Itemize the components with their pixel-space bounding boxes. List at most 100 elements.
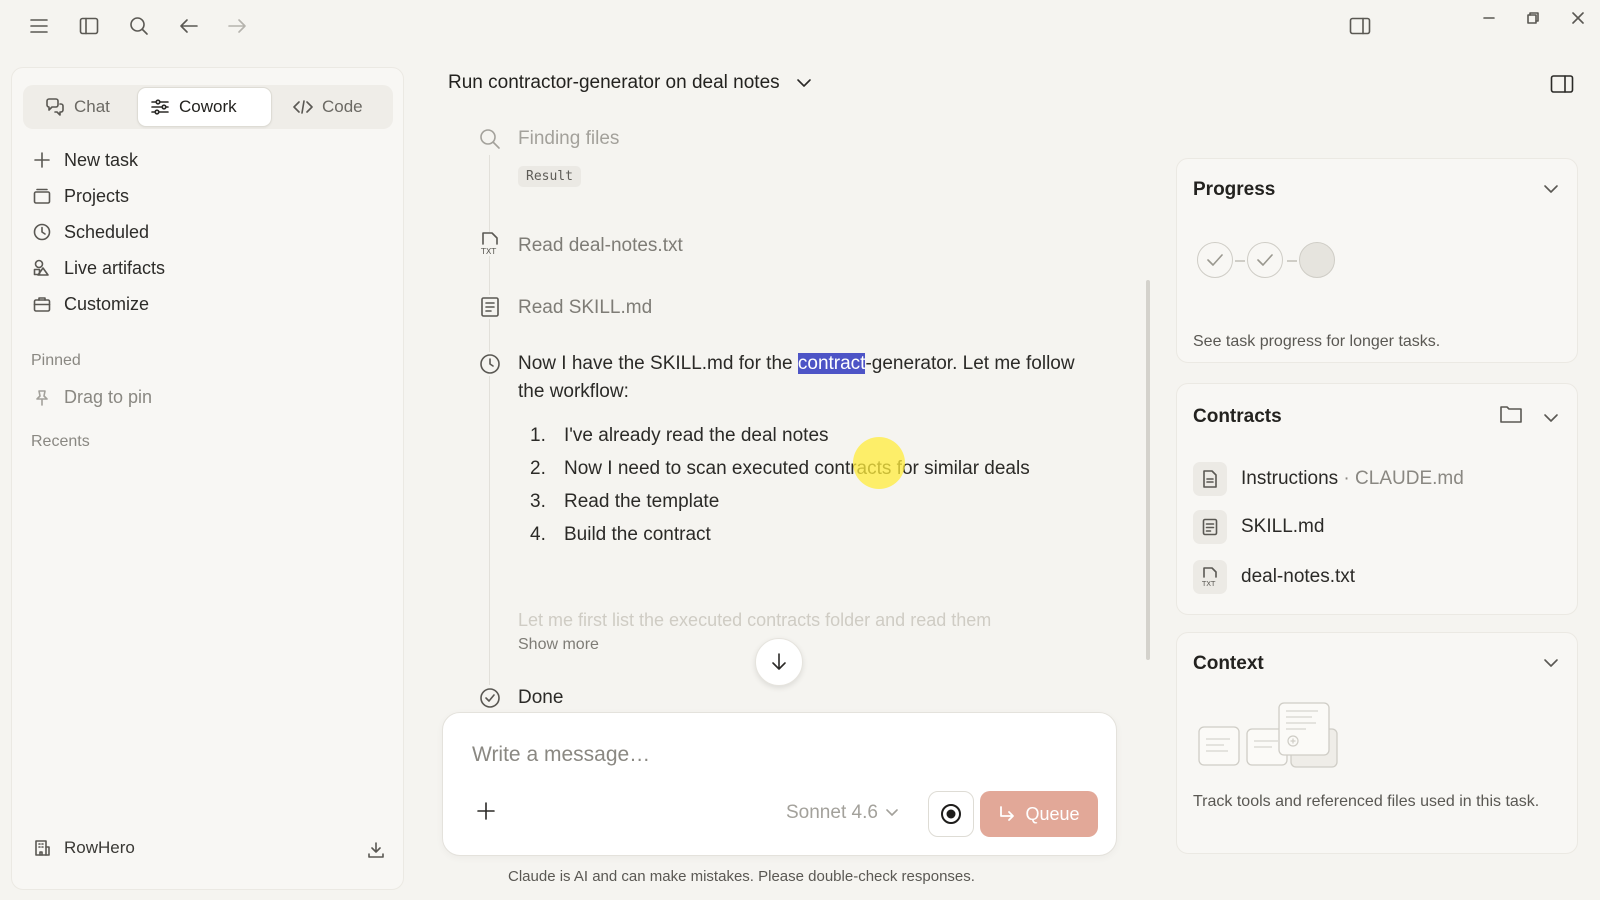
sidebar-item-label: Live artifacts: [64, 258, 166, 278]
document-list-icon: [1193, 510, 1227, 544]
progress-hint: See task progress for longer tasks.: [1193, 333, 1441, 350]
file-item-skill[interactable]: SKILL.md: [1193, 510, 1324, 544]
assistant-message: Now I have the SKILL.md for the contract…: [518, 350, 1078, 406]
progress-title: Progress: [1193, 179, 1276, 200]
sidebar-item-new-task[interactable]: New task: [33, 147, 138, 173]
faded-preview-text: Let me first list the executed contracts…: [518, 610, 992, 628]
cursor-highlight: [853, 437, 905, 489]
svg-text:TXT: TXT: [480, 247, 496, 256]
list-item: 2. Now I need to scan executed contracts …: [530, 458, 1030, 479]
sidebar-toggle-icon[interactable]: [76, 13, 102, 39]
tab-code[interactable]: Code: [281, 87, 375, 127]
file-item-instructions[interactable]: Instructions · CLAUDE.md: [1193, 462, 1464, 496]
sidebar-item-customize[interactable]: Customize: [33, 291, 149, 317]
tab-code-label: Code: [322, 97, 363, 116]
recents-heading: Recents: [31, 433, 90, 450]
tab-cowork[interactable]: Cowork: [137, 87, 272, 127]
progress-step-pending: [1299, 242, 1335, 278]
context-title: Context: [1193, 653, 1264, 674]
chevron-down-icon[interactable]: [1543, 658, 1559, 668]
queue-button[interactable]: Queue: [980, 791, 1098, 837]
shapes-icon: [33, 259, 51, 277]
show-more-link[interactable]: Show more: [518, 636, 599, 654]
file-name: deal-notes.txt: [1241, 566, 1356, 587]
pin-icon: [33, 389, 51, 407]
step-done: Done: [518, 687, 564, 708]
step-read-deal-notes[interactable]: Read deal-notes.txt: [518, 235, 683, 257]
code-icon: [293, 99, 313, 115]
step-read-skill[interactable]: Read SKILL.md: [518, 297, 652, 319]
restore-icon[interactable]: [1520, 5, 1546, 31]
plus-icon: [33, 151, 51, 169]
menu-icon[interactable]: [26, 13, 52, 39]
scrollbar[interactable]: [1146, 280, 1150, 660]
progress-connector: [1235, 260, 1245, 262]
list-item: 1. I've already read the deal notes: [530, 425, 829, 446]
context-hint: Track tools and referenced files used in…: [1193, 793, 1540, 810]
list-item: 3. Read the template: [530, 491, 720, 512]
return-arrow-icon: [998, 805, 1016, 823]
chevron-down-icon: [796, 78, 812, 88]
search-icon: [478, 127, 502, 151]
workspace-switcher[interactable]: RowHero: [33, 838, 135, 858]
page-title: Run contractor-generator on deal notes: [448, 72, 780, 93]
file-secondary: CLAUDE.md: [1355, 468, 1464, 489]
result-badge[interactable]: Result: [518, 166, 581, 187]
step-finding-files: Finding files: [518, 128, 620, 149]
building-icon: [33, 839, 51, 857]
model-name: Sonnet 4.6: [786, 802, 878, 823]
sidebar-item-scheduled[interactable]: Scheduled: [33, 219, 149, 245]
back-arrow-icon[interactable]: [176, 13, 202, 39]
panel-toggle-icon[interactable]: [1550, 74, 1574, 94]
sidebar-item-projects[interactable]: Projects: [33, 183, 129, 209]
file-name: Instructions: [1241, 468, 1339, 489]
download-icon[interactable]: [367, 841, 385, 859]
tab-chat[interactable]: Chat: [33, 87, 122, 127]
progress-step-done: [1197, 242, 1233, 278]
sidebar-item-label: Customize: [64, 294, 150, 314]
chevron-down-icon[interactable]: [1543, 413, 1559, 423]
file-name: SKILL.md: [1241, 516, 1325, 537]
sliders-icon: [150, 99, 170, 115]
drag-to-pin-zone[interactable]: Drag to pin: [33, 387, 152, 408]
forward-arrow-icon[interactable]: [224, 13, 250, 39]
sidebar: Chat Cowork Code New task Projects Sched…: [11, 67, 404, 890]
message-input[interactable]: [472, 743, 1072, 767]
sidebar-item-live-artifacts[interactable]: Live artifacts: [33, 255, 165, 281]
contracts-title: Contracts: [1193, 406, 1282, 427]
search-icon[interactable]: [126, 13, 152, 39]
scroll-to-bottom-button[interactable]: [755, 638, 803, 686]
drag-to-pin-label: Drag to pin: [64, 387, 153, 407]
tab-chat-label: Chat: [74, 97, 110, 116]
folder-icon: [33, 187, 51, 205]
selected-text: contract: [797, 353, 866, 374]
minimize-icon[interactable]: [1476, 5, 1502, 31]
add-attachment-button[interactable]: [476, 801, 496, 821]
workflow-list: 1. I've already read the deal notes 2. Now…: [530, 422, 1050, 554]
progress-step-done: [1247, 242, 1283, 278]
context-card: Context Track tools and referenced files…: [1176, 632, 1578, 854]
panel-layout-icon[interactable]: [1347, 13, 1373, 39]
mode-switch: Chat Cowork Code: [23, 85, 393, 129]
workspace-name: RowHero: [64, 838, 135, 857]
model-selector[interactable]: Sonnet 4.6: [786, 802, 898, 824]
record-icon: [940, 803, 962, 825]
file-item-deal-notes[interactable]: TXT deal-notes.txt: [1193, 560, 1355, 594]
progress-card: Progress See task progress for longer ta…: [1176, 158, 1578, 363]
txt-file-icon: TXT: [1193, 560, 1227, 594]
contracts-card: Contracts Instructions · CLAUDE.md SKILL…: [1176, 383, 1578, 615]
tab-cowork-label: Cowork: [179, 97, 237, 116]
document-icon: [478, 295, 502, 319]
close-icon[interactable]: [1565, 5, 1591, 31]
record-button[interactable]: [928, 791, 974, 837]
txt-file-icon: TXT: [478, 232, 502, 256]
document-icon: [1193, 462, 1227, 496]
sidebar-item-label: Scheduled: [64, 222, 150, 242]
chevron-down-icon[interactable]: [1543, 184, 1559, 194]
folder-open-icon[interactable]: [1499, 404, 1523, 424]
context-illustration-icon: [1197, 699, 1343, 769]
clock-icon: [33, 223, 51, 241]
task-title-dropdown[interactable]: Run contractor-generator on deal notes: [448, 72, 812, 94]
thinking-clock-icon: [478, 352, 502, 376]
plus-icon: [476, 801, 496, 821]
